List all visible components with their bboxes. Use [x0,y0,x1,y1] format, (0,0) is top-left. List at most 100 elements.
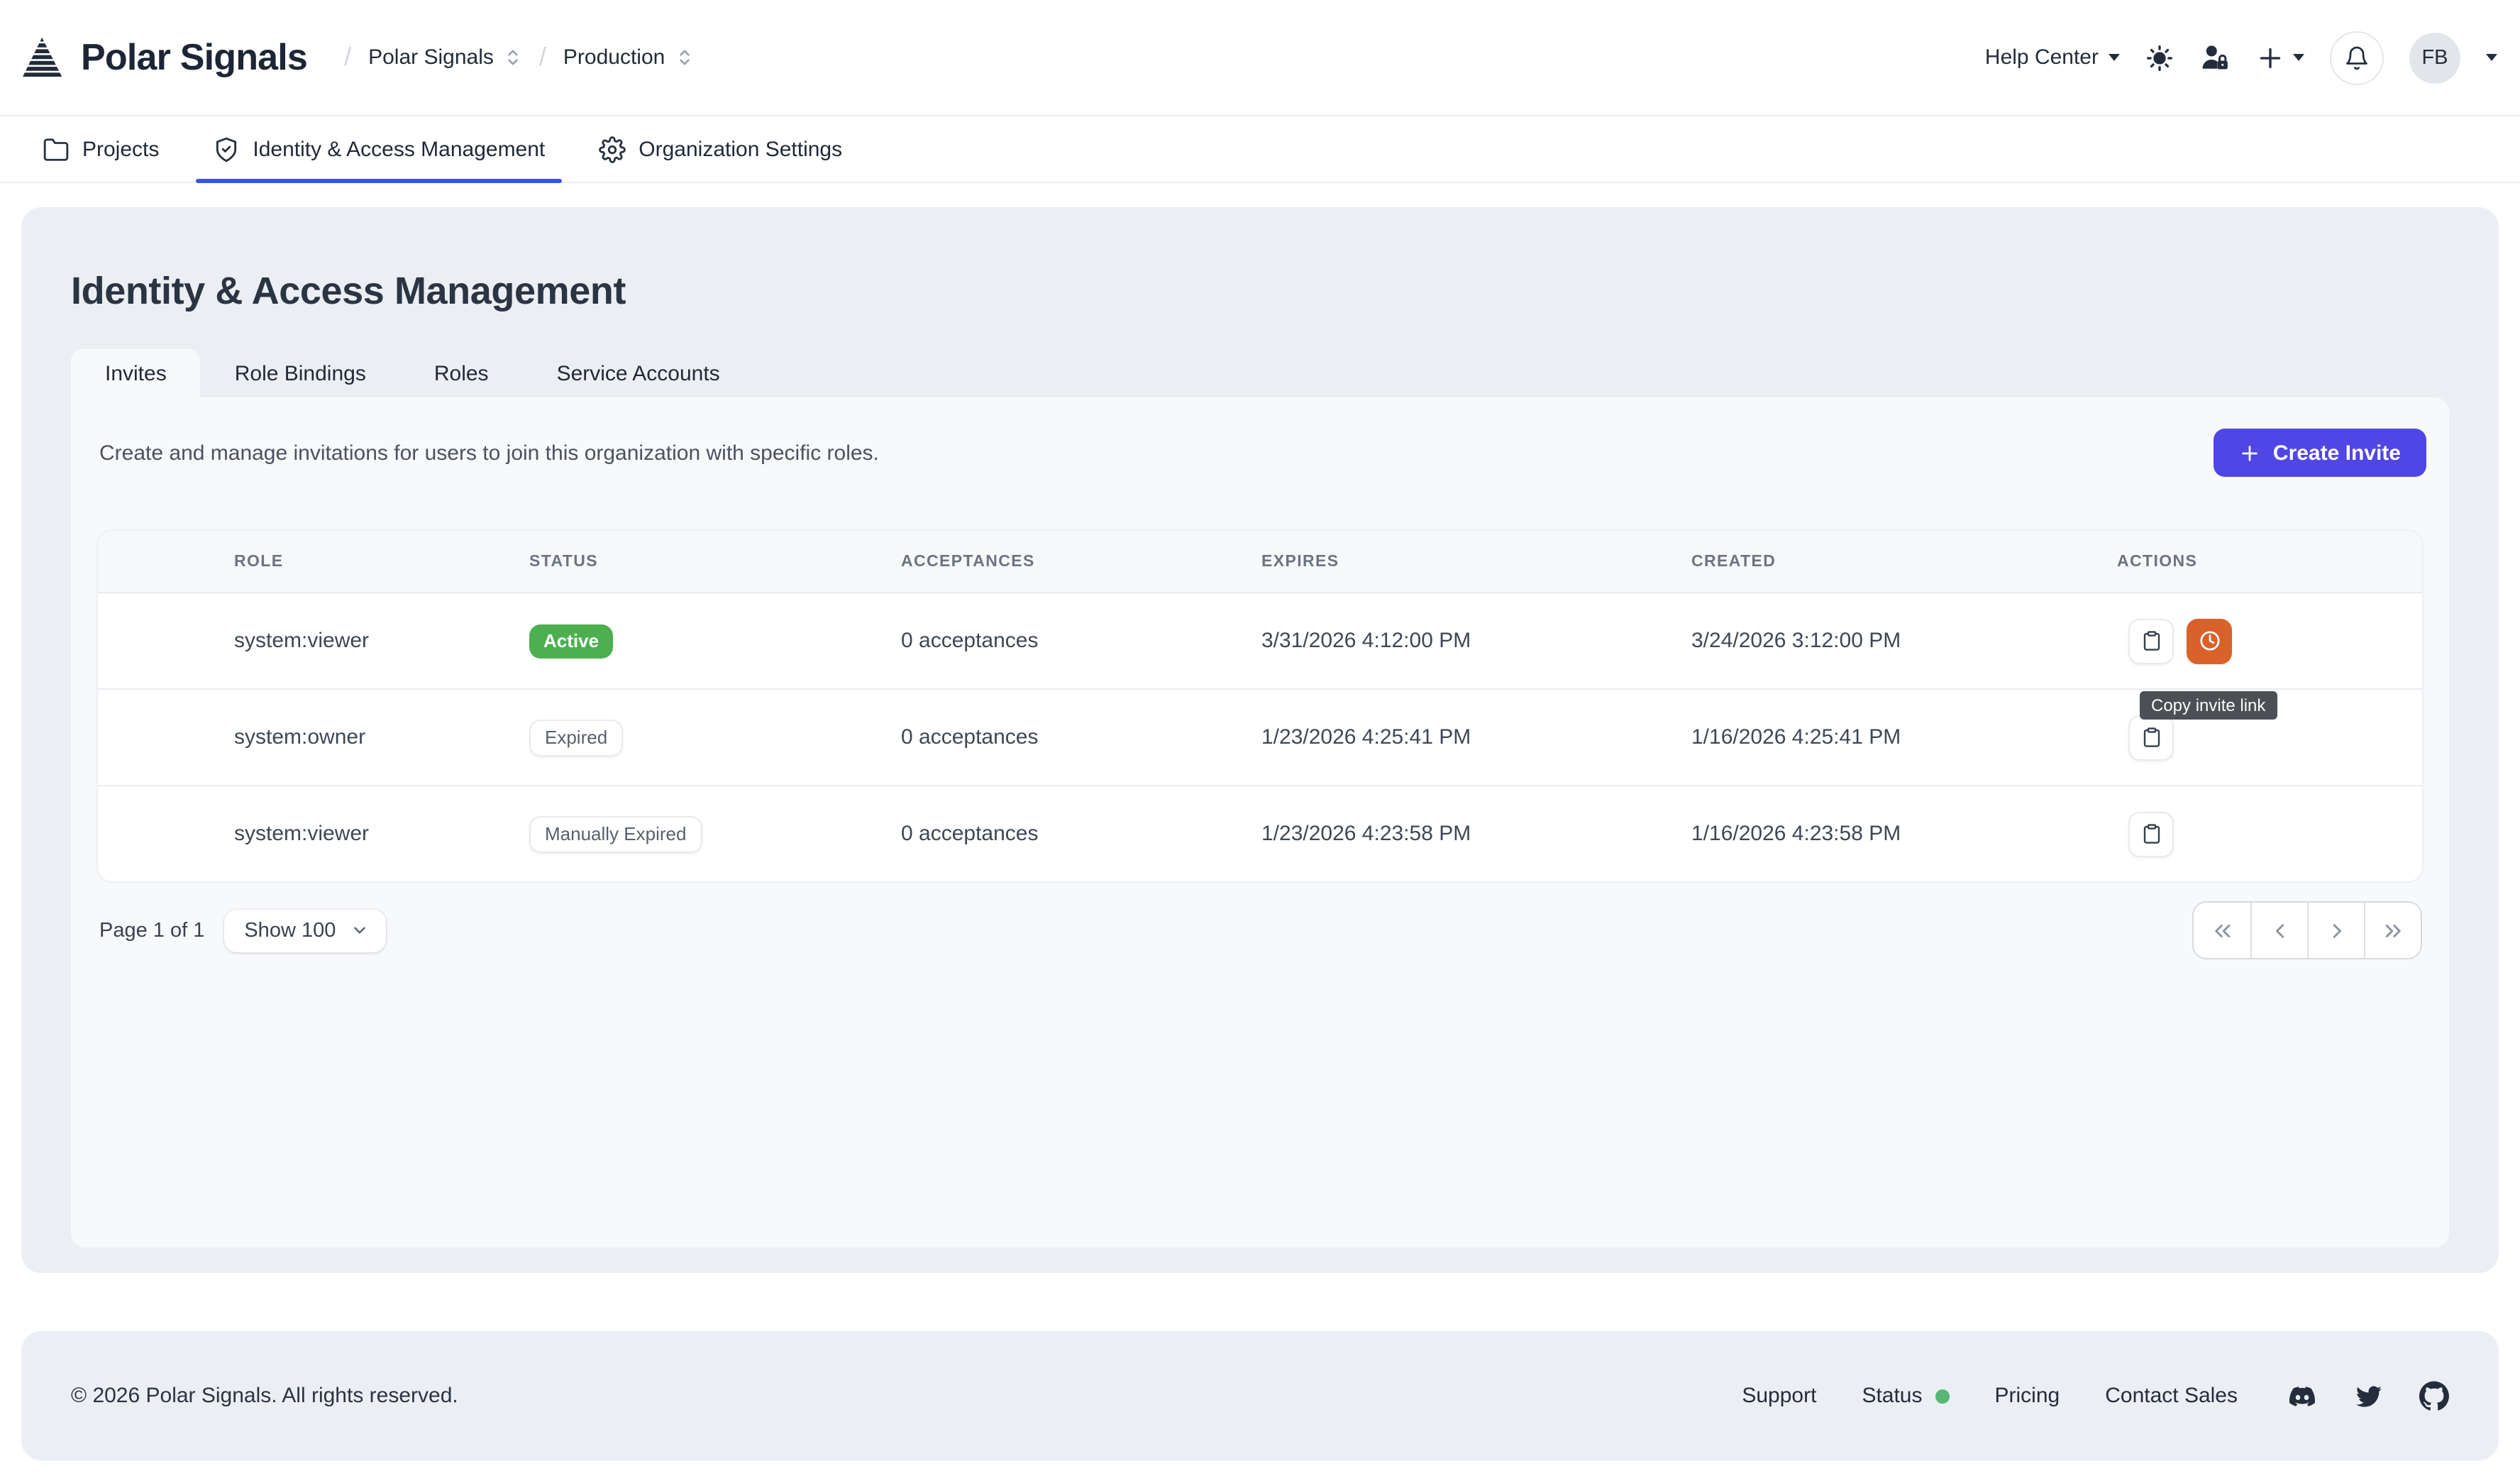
copy-invite-link-button[interactable] [2128,715,2174,760]
org-name: Polar Signals [368,45,494,70]
footer-link-support[interactable]: Support [1742,1384,1816,1408]
tooltip: Copy invite link [2140,690,2277,719]
create-invite-label: Create Invite [2273,441,2401,465]
account-menu-chevron-icon[interactable] [2486,54,2497,61]
clipboard-icon [2140,823,2162,844]
plus-icon [2239,442,2260,463]
chevron-down-icon [350,921,368,940]
footer-link-pricing[interactable]: Pricing [1995,1384,2060,1408]
help-center-menu[interactable]: Help Center [1985,45,2120,70]
project-name: Production [563,45,665,70]
expires-cell: 1/23/2026 4:25:41 PM [1261,725,1691,749]
polar-signals-logo-icon [23,37,65,78]
members-access-button[interactable] [2199,43,2231,72]
breadcrumb-separator: / [539,43,546,72]
acceptances-cell: 0 acceptances [901,629,1261,653]
iam-tabs: Invites Role Bindings Roles Service Acco… [71,349,2499,397]
pagination-bar: Page 1 of 1 Show 100 [99,901,2422,959]
double-chevron-left-icon [2209,918,2235,943]
notifications-button[interactable] [2330,31,2384,84]
expires-cell: 1/23/2026 4:23:58 PM [1261,822,1691,846]
create-new-menu[interactable] [2256,43,2304,72]
chevron-down-icon [2293,54,2304,61]
column-header-status: Status [529,553,901,570]
user-lock-icon [2199,43,2231,72]
status-badge: Expired [529,719,623,756]
project-selector[interactable]: Production [563,45,693,70]
status-badge: Manually Expired [529,815,702,852]
breadcrumb: / Polar Signals / Production [344,43,693,72]
discord-icon[interactable] [2286,1383,2319,1409]
tab-projects[interactable]: Projects [26,116,176,182]
status-badge: Active [529,624,613,658]
actions-cell: Copy invite link [2117,618,2422,663]
table-header-row: Role Status Acceptances Expires Created … [98,531,2422,593]
clipboard-icon [2140,727,2162,748]
previous-page-button[interactable] [2250,903,2307,958]
polar-signals-logo[interactable]: Polar Signals [23,35,307,79]
breadcrumb-separator: / [344,43,351,72]
page-title: Identity & Access Management [21,207,2499,312]
role-cell: system:viewer [234,629,529,653]
actions-cell [2117,715,2422,760]
status-label: Status [1862,1384,1922,1408]
tab-invites[interactable]: Invites [71,349,201,397]
table-row: system:viewer Manually Expired 0 accepta… [98,785,2422,881]
double-chevron-right-icon [2380,918,2406,943]
create-invite-button[interactable]: Create Invite [2214,429,2426,477]
chevron-left-icon [2267,918,2292,943]
logo-wordmark: Polar Signals [81,35,307,79]
created-cell: 1/16/2026 4:23:58 PM [1691,822,2117,846]
main-content: Identity & Access Management Invites Rol… [0,183,2520,1273]
expires-cell: 3/31/2026 4:12:00 PM [1261,629,1691,653]
table-row: system:owner Expired 0 acceptances 1/23/… [98,688,2422,785]
column-header-role: Role [234,553,529,570]
acceptances-cell: 0 acceptances [901,822,1261,846]
tab-service-accounts[interactable]: Service Accounts [523,349,754,397]
created-cell: 3/24/2026 3:12:00 PM [1691,629,2117,653]
footer-link-contact-sales[interactable]: Contact Sales [2105,1384,2238,1408]
avatar-initials: FB [2421,46,2448,69]
org-selector[interactable]: Polar Signals [368,45,522,70]
page-size-select[interactable]: Show 100 [224,909,385,952]
acceptances-cell: 0 acceptances [901,725,1261,749]
column-header-created: Created [1691,553,2117,570]
gear-icon [599,136,626,163]
invites-table: Role Status Acceptances Expires Created … [98,531,2422,881]
page-size-label: Show 100 [244,919,336,942]
help-center-label: Help Center [1985,45,2099,70]
tab-roles[interactable]: Roles [400,349,523,397]
last-page-button[interactable] [2364,903,2421,958]
first-page-button[interactable] [2194,903,2250,958]
top-bar: Polar Signals / Polar Signals / Producti… [0,0,2520,115]
copy-invite-link-button[interactable] [2128,811,2174,857]
page-footer: © 2026 Polar Signals. All rights reserve… [21,1331,2499,1460]
next-page-button[interactable] [2307,903,2364,958]
app-window: Polar Signals / Polar Signals / Producti… [0,0,2520,1476]
expire-invite-button[interactable] [2187,618,2232,663]
column-header-actions: Actions [2117,553,2422,570]
folder-icon [43,136,70,163]
role-cell: system:owner [234,725,529,749]
avatar[interactable]: FB [2409,32,2460,83]
tab-label: Identity & Access Management [253,137,545,161]
chevron-right-icon [2323,918,2349,943]
tab-role-bindings[interactable]: Role Bindings [201,349,400,397]
sun-icon [2145,43,2174,72]
footer-link-status[interactable]: Status [1862,1384,1949,1408]
tab-identity-access-management[interactable]: Identity & Access Management [196,116,562,182]
pager-buttons [2192,901,2422,959]
github-icon[interactable] [2419,1381,2449,1411]
chevron-down-icon [2109,54,2120,61]
actions-cell [2117,811,2422,857]
copyright-text: © 2026 Polar Signals. All rights reserve… [71,1384,458,1408]
invites-panel: Create and manage invitations for users … [71,397,2449,1248]
tab-label: Organization Settings [639,137,842,161]
theme-toggle-button[interactable] [2145,43,2174,72]
twitter-icon[interactable] [2354,1383,2384,1409]
copy-invite-link-button[interactable] [2128,618,2174,663]
table-row: system:viewer Active 0 acceptances 3/31/… [98,593,2422,688]
main-nav-tabs: Projects Identity & Access Management Or… [0,115,2520,183]
updown-chevron-icon [504,47,522,68]
tab-organization-settings[interactable]: Organization Settings [582,116,859,182]
